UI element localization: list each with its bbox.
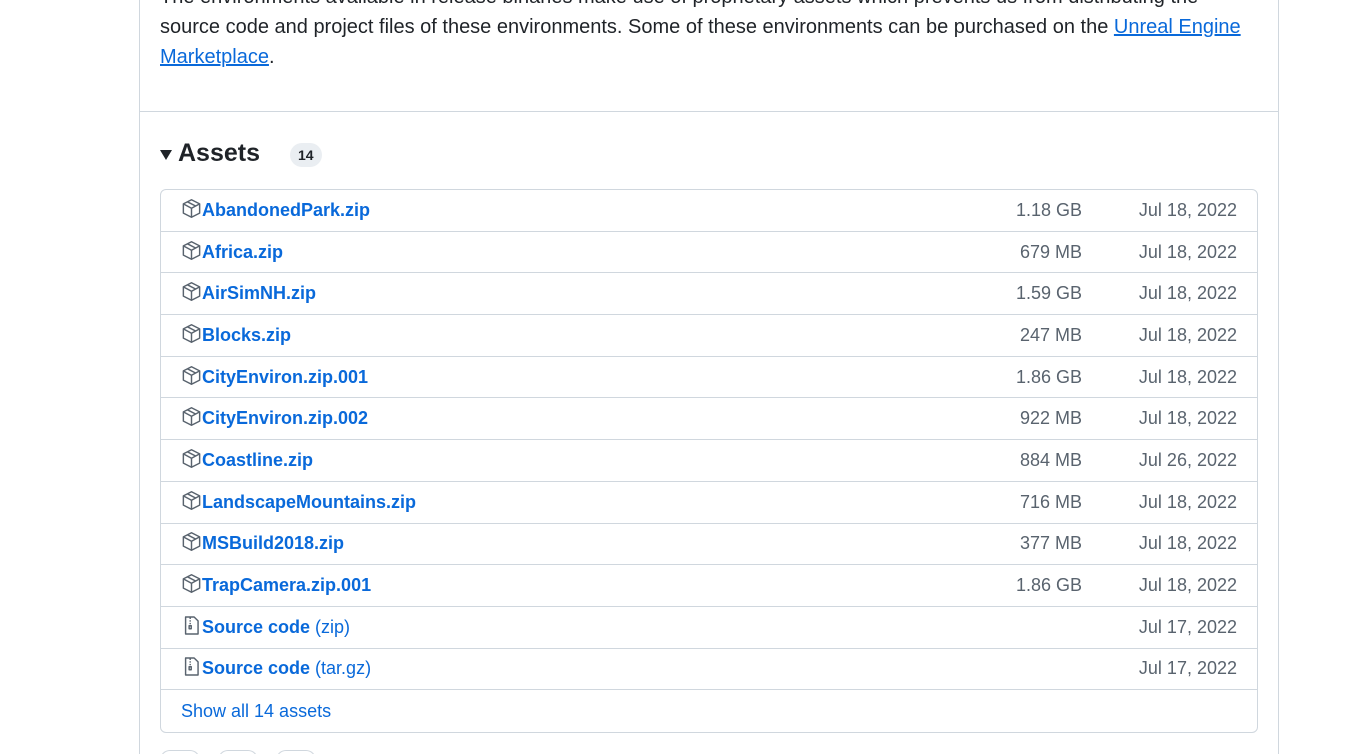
asset-download-link[interactable]: Coastline.zip [202, 450, 313, 471]
assets-count-badge: 14 [290, 143, 322, 167]
asset-size: 1.86 GB [1015, 575, 1082, 596]
package-icon [181, 490, 202, 511]
source-code-label: Source code [202, 616, 311, 637]
asset-row: CityEnviron.zip.001 1.86 GB Jul 18, 2022 [161, 357, 1257, 399]
release-notes-body: The environments available in release bi… [160, 0, 1198, 38]
asset-size: 922 MB [1019, 408, 1082, 429]
package-icon [181, 531, 202, 552]
source-code-format: (tar.gz) [315, 658, 372, 679]
show-all-row: Show all 14 assets [161, 690, 1257, 732]
asset-date: Jul 18, 2022 [1138, 324, 1237, 345]
asset-row: AbandonedPark.zip 1.18 GB Jul 18, 2022 [161, 190, 1257, 232]
asset-date: Jul 18, 2022 [1138, 533, 1237, 554]
asset-row: Africa.zip 679 MB Jul 18, 2022 [161, 232, 1257, 274]
reaction-button[interactable] [276, 750, 316, 754]
asset-download-link[interactable]: AbandonedPark.zip [202, 200, 370, 221]
package-icon [181, 198, 202, 219]
package-icon [181, 281, 202, 302]
release-notes-period: . [268, 46, 275, 68]
asset-download-link[interactable]: CityEnviron.zip.002 [202, 408, 368, 429]
asset-row: CityEnviron.zip.002 922 MB Jul 18, 2022 [161, 398, 1257, 441]
asset-date: Jul 26, 2022 [1138, 449, 1237, 470]
asset-row: MSBuild2018.zip 377 MB Jul 18, 2022 [161, 524, 1257, 566]
asset-size: 884 MB [1019, 449, 1082, 470]
asset-size: 716 MB [1019, 491, 1082, 512]
package-icon [181, 573, 202, 594]
asset-row: AirSimNH.zip 1.59 GB Jul 18, 2022 [161, 273, 1257, 316]
asset-date: Jul 18, 2022 [1138, 575, 1237, 596]
asset-download-link[interactable]: Africa.zip [202, 242, 283, 263]
asset-date: Jul 18, 2022 [1138, 199, 1237, 220]
asset-date: Jul 18, 2022 [1138, 408, 1237, 429]
asset-row: Blocks.zip 247 MB Jul 18, 2022 [161, 315, 1257, 357]
package-icon [181, 240, 202, 261]
asset-download-link[interactable]: AirSimNH.zip [202, 283, 316, 304]
assets-summary-toggle[interactable]: Assets 14 [160, 136, 322, 170]
asset-date: Jul 17, 2022 [1138, 658, 1237, 679]
asset-size: 377 MB [1019, 533, 1082, 554]
show-all-assets-link[interactable]: Show all 14 assets [181, 701, 331, 722]
source-code-format: (zip) [315, 616, 351, 637]
asset-download-link[interactable]: Blocks.zip [202, 325, 291, 346]
asset-date: Jul 18, 2022 [1138, 366, 1237, 387]
source-code-label: Source code [202, 658, 311, 679]
reaction-button[interactable] [218, 750, 258, 754]
asset-row: LandscapeMountains.zip 716 MB Jul 18, 2022 [161, 482, 1257, 524]
section-divider [140, 111, 1278, 112]
source-code-link[interactable]: Source code (zip) [202, 617, 350, 638]
package-icon [181, 365, 202, 386]
package-icon [181, 323, 202, 344]
source-code-row: Source code (tar.gz) Jul 17, 2022 [161, 649, 1257, 691]
reactions-bar [160, 750, 316, 754]
asset-download-link[interactable]: CityEnviron.zip.001 [202, 367, 368, 388]
asset-date: Jul 18, 2022 [1138, 241, 1237, 262]
asset-date: Jul 18, 2022 [1138, 283, 1237, 304]
asset-date: Jul 17, 2022 [1138, 616, 1237, 637]
release-notes-text: The environments available in release bi… [160, 0, 1260, 72]
file-zip-icon [181, 615, 202, 636]
assets-list: AbandonedPark.zip 1.18 GB Jul 18, 2022 Afri… [160, 189, 1258, 733]
assets-title: Assets [178, 138, 260, 167]
asset-row: TrapCamera.zip.001 1.86 GB Jul 18, 2022 [161, 565, 1257, 607]
asset-download-link[interactable]: MSBuild2018.zip [202, 533, 344, 554]
source-code-link[interactable]: Source code (tar.gz) [202, 658, 371, 679]
source-code-row: Source code (zip) Jul 17, 2022 [161, 607, 1257, 649]
disclosure-triangle-icon [160, 149, 172, 160]
asset-download-link[interactable]: TrapCamera.zip.001 [202, 575, 371, 596]
asset-size: 247 MB [1019, 324, 1082, 345]
asset-size: 1.18 GB [1015, 199, 1082, 220]
asset-row: Coastline.zip 884 MB Jul 26, 2022 [161, 440, 1257, 482]
reaction-button[interactable] [160, 750, 200, 754]
package-icon [181, 406, 202, 427]
asset-size: 679 MB [1019, 241, 1082, 262]
package-icon [181, 448, 202, 469]
asset-size: 1.86 GB [1015, 366, 1082, 387]
asset-download-link[interactable]: LandscapeMountains.zip [202, 492, 416, 513]
asset-date: Jul 18, 2022 [1138, 491, 1237, 512]
asset-size: 1.59 GB [1015, 283, 1082, 304]
file-zip-icon [181, 656, 202, 677]
